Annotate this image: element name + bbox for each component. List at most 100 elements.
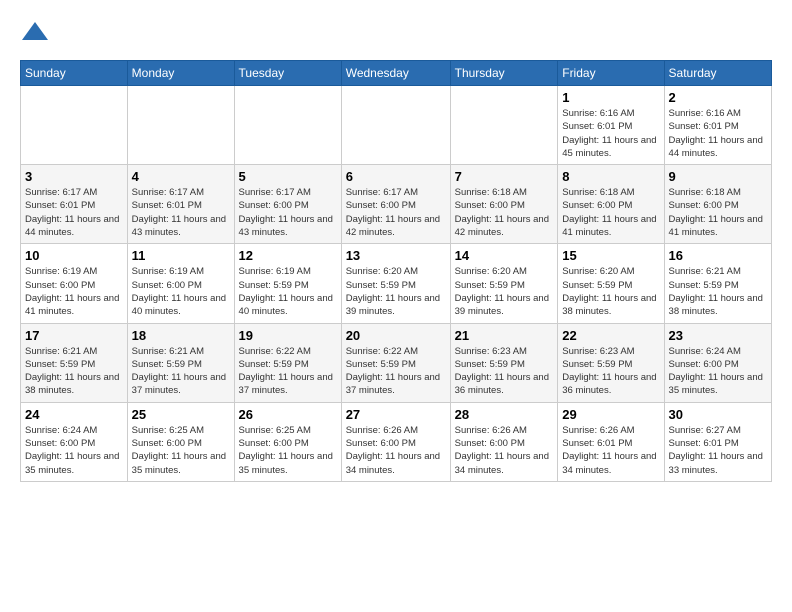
calendar-cell: 13 Sunrise: 6:20 AM Sunset: 5:59 PM Dayli… — [341, 244, 450, 323]
day-number: 14 — [455, 248, 554, 263]
calendar-cell: 12 Sunrise: 6:19 AM Sunset: 5:59 PM Dayli… — [234, 244, 341, 323]
calendar-week-row: 10 Sunrise: 6:19 AM Sunset: 6:00 PM Dayli… — [21, 244, 772, 323]
day-info: Sunrise: 6:26 AM Sunset: 6:00 PM Dayligh… — [455, 424, 554, 477]
calendar-cell: 28 Sunrise: 6:26 AM Sunset: 6:00 PM Dayli… — [450, 402, 558, 481]
calendar-cell: 2 Sunrise: 6:16 AM Sunset: 6:01 PM Daylig… — [664, 86, 771, 165]
calendar-cell: 10 Sunrise: 6:19 AM Sunset: 6:00 PM Dayli… — [21, 244, 128, 323]
day-info: Sunrise: 6:21 AM Sunset: 5:59 PM Dayligh… — [669, 265, 767, 318]
day-info: Sunrise: 6:17 AM Sunset: 6:01 PM Dayligh… — [25, 186, 123, 239]
weekday-header: Monday — [127, 61, 234, 86]
day-info: Sunrise: 6:27 AM Sunset: 6:01 PM Dayligh… — [669, 424, 767, 477]
day-info: Sunrise: 6:18 AM Sunset: 6:00 PM Dayligh… — [455, 186, 554, 239]
calendar-cell — [450, 86, 558, 165]
day-info: Sunrise: 6:22 AM Sunset: 5:59 PM Dayligh… — [346, 345, 446, 398]
day-info: Sunrise: 6:21 AM Sunset: 5:59 PM Dayligh… — [25, 345, 123, 398]
calendar-cell: 9 Sunrise: 6:18 AM Sunset: 6:00 PM Daylig… — [664, 165, 771, 244]
day-number: 7 — [455, 169, 554, 184]
day-info: Sunrise: 6:16 AM Sunset: 6:01 PM Dayligh… — [562, 107, 659, 160]
calendar-cell: 25 Sunrise: 6:25 AM Sunset: 6:00 PM Dayli… — [127, 402, 234, 481]
day-info: Sunrise: 6:26 AM Sunset: 6:01 PM Dayligh… — [562, 424, 659, 477]
weekday-header: Wednesday — [341, 61, 450, 86]
day-number: 2 — [669, 90, 767, 105]
day-info: Sunrise: 6:20 AM Sunset: 5:59 PM Dayligh… — [455, 265, 554, 318]
calendar-cell: 16 Sunrise: 6:21 AM Sunset: 5:59 PM Dayli… — [664, 244, 771, 323]
day-number: 8 — [562, 169, 659, 184]
day-info: Sunrise: 6:23 AM Sunset: 5:59 PM Dayligh… — [455, 345, 554, 398]
day-info: Sunrise: 6:20 AM Sunset: 5:59 PM Dayligh… — [346, 265, 446, 318]
day-info: Sunrise: 6:16 AM Sunset: 6:01 PM Dayligh… — [669, 107, 767, 160]
day-number: 19 — [239, 328, 337, 343]
day-number: 30 — [669, 407, 767, 422]
calendar-cell: 30 Sunrise: 6:27 AM Sunset: 6:01 PM Dayli… — [664, 402, 771, 481]
day-info: Sunrise: 6:17 AM Sunset: 6:01 PM Dayligh… — [132, 186, 230, 239]
day-number: 27 — [346, 407, 446, 422]
day-info: Sunrise: 6:17 AM Sunset: 6:00 PM Dayligh… — [239, 186, 337, 239]
day-number: 22 — [562, 328, 659, 343]
day-number: 5 — [239, 169, 337, 184]
calendar-cell: 8 Sunrise: 6:18 AM Sunset: 6:00 PM Daylig… — [558, 165, 664, 244]
weekday-header: Friday — [558, 61, 664, 86]
day-number: 13 — [346, 248, 446, 263]
day-number: 4 — [132, 169, 230, 184]
calendar-cell: 6 Sunrise: 6:17 AM Sunset: 6:00 PM Daylig… — [341, 165, 450, 244]
day-info: Sunrise: 6:26 AM Sunset: 6:00 PM Dayligh… — [346, 424, 446, 477]
day-info: Sunrise: 6:18 AM Sunset: 6:00 PM Dayligh… — [669, 186, 767, 239]
calendar-week-row: 3Sunrise: 6:17 AM Sunset: 6:01 PM Daylig… — [21, 165, 772, 244]
day-number: 29 — [562, 407, 659, 422]
day-number: 23 — [669, 328, 767, 343]
calendar-cell: 17 Sunrise: 6:21 AM Sunset: 5:59 PM Dayli… — [21, 323, 128, 402]
calendar-cell: 7 Sunrise: 6:18 AM Sunset: 6:00 PM Daylig… — [450, 165, 558, 244]
page-header — [20, 20, 772, 50]
day-info: Sunrise: 6:19 AM Sunset: 5:59 PM Dayligh… — [239, 265, 337, 318]
calendar-table: SundayMondayTuesdayWednesdayThursdayFrid… — [20, 60, 772, 482]
day-number: 9 — [669, 169, 767, 184]
day-number: 18 — [132, 328, 230, 343]
day-number: 15 — [562, 248, 659, 263]
day-info: Sunrise: 6:17 AM Sunset: 6:00 PM Dayligh… — [346, 186, 446, 239]
day-number: 24 — [25, 407, 123, 422]
day-number: 20 — [346, 328, 446, 343]
calendar-cell: 1 Sunrise: 6:16 AM Sunset: 6:01 PM Daylig… — [558, 86, 664, 165]
calendar-cell: 27 Sunrise: 6:26 AM Sunset: 6:00 PM Dayli… — [341, 402, 450, 481]
day-number: 1 — [562, 90, 659, 105]
day-info: Sunrise: 6:24 AM Sunset: 6:00 PM Dayligh… — [25, 424, 123, 477]
weekday-header: Sunday — [21, 61, 128, 86]
day-info: Sunrise: 6:19 AM Sunset: 6:00 PM Dayligh… — [25, 265, 123, 318]
weekday-header: Thursday — [450, 61, 558, 86]
logo — [20, 20, 54, 50]
weekday-header-row: SundayMondayTuesdayWednesdayThursdayFrid… — [21, 61, 772, 86]
day-number: 6 — [346, 169, 446, 184]
calendar-cell: 23 Sunrise: 6:24 AM Sunset: 6:00 PM Dayli… — [664, 323, 771, 402]
day-number: 12 — [239, 248, 337, 263]
calendar-cell — [21, 86, 128, 165]
calendar-cell — [341, 86, 450, 165]
calendar-cell: 29 Sunrise: 6:26 AM Sunset: 6:01 PM Dayli… — [558, 402, 664, 481]
day-number: 10 — [25, 248, 123, 263]
day-info: Sunrise: 6:23 AM Sunset: 5:59 PM Dayligh… — [562, 345, 659, 398]
day-info: Sunrise: 6:20 AM Sunset: 5:59 PM Dayligh… — [562, 265, 659, 318]
day-number: 28 — [455, 407, 554, 422]
logo-icon — [20, 20, 50, 50]
day-number: 26 — [239, 407, 337, 422]
day-info: Sunrise: 6:24 AM Sunset: 6:00 PM Dayligh… — [669, 345, 767, 398]
weekday-header: Saturday — [664, 61, 771, 86]
day-number: 11 — [132, 248, 230, 263]
calendar-cell: 20 Sunrise: 6:22 AM Sunset: 5:59 PM Dayli… — [341, 323, 450, 402]
day-number: 25 — [132, 407, 230, 422]
weekday-header: Tuesday — [234, 61, 341, 86]
day-number: 17 — [25, 328, 123, 343]
calendar-week-row: 17 Sunrise: 6:21 AM Sunset: 5:59 PM Dayli… — [21, 323, 772, 402]
day-number: 16 — [669, 248, 767, 263]
calendar-cell: 24 Sunrise: 6:24 AM Sunset: 6:00 PM Dayli… — [21, 402, 128, 481]
day-info: Sunrise: 6:22 AM Sunset: 5:59 PM Dayligh… — [239, 345, 337, 398]
calendar-cell: 15 Sunrise: 6:20 AM Sunset: 5:59 PM Dayli… — [558, 244, 664, 323]
calendar-cell — [234, 86, 341, 165]
calendar-cell: 5 Sunrise: 6:17 AM Sunset: 6:00 PM Daylig… — [234, 165, 341, 244]
calendar-cell: 22 Sunrise: 6:23 AM Sunset: 5:59 PM Dayli… — [558, 323, 664, 402]
day-info: Sunrise: 6:18 AM Sunset: 6:00 PM Dayligh… — [562, 186, 659, 239]
day-info: Sunrise: 6:25 AM Sunset: 6:00 PM Dayligh… — [132, 424, 230, 477]
calendar-cell: 11Sunrise: 6:19 AM Sunset: 6:00 PM Dayli… — [127, 244, 234, 323]
calendar-cell: 26Sunrise: 6:25 AM Sunset: 6:00 PM Dayli… — [234, 402, 341, 481]
calendar-cell: 18 Sunrise: 6:21 AM Sunset: 5:59 PM Dayli… — [127, 323, 234, 402]
day-info: Sunrise: 6:21 AM Sunset: 5:59 PM Dayligh… — [132, 345, 230, 398]
